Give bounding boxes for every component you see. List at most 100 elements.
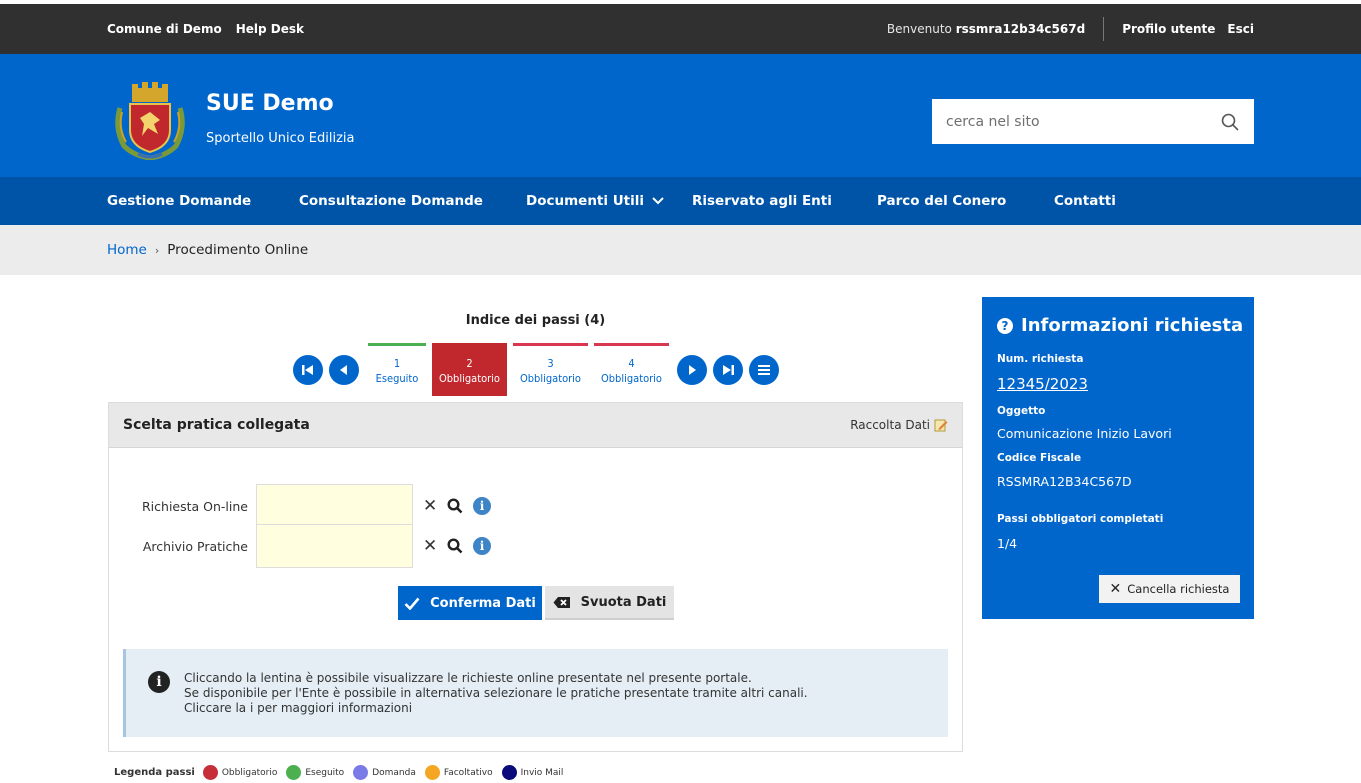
next-step-button[interactable] bbox=[677, 354, 707, 385]
info-circle-icon: i bbox=[148, 671, 170, 693]
step-navigator: 1 Eseguito 2 Obbligatorio 3 Obbligatorio… bbox=[293, 343, 785, 396]
step-label: Eseguito bbox=[375, 372, 419, 385]
breadcrumb-inner: Home › Procedimento Online bbox=[107, 225, 308, 275]
legend-label: Eseguito bbox=[305, 767, 345, 778]
comune-link[interactable]: Comune di Demo bbox=[107, 22, 222, 36]
field-archivio-pratiche: Archivio Pratiche ✕ i bbox=[109, 524, 491, 568]
site-header: SUE Demo Sportello Unico Edilizia bbox=[0, 54, 1361, 177]
step-number: 1 bbox=[393, 357, 401, 370]
helpdesk-link[interactable]: Help Desk bbox=[236, 22, 304, 36]
close-icon: ✕ bbox=[1109, 581, 1122, 597]
step-4[interactable]: 4 Obbligatorio bbox=[594, 343, 669, 396]
legend-label: Facoltativo bbox=[443, 767, 493, 778]
welcome-text: Benvenuto rssmra12b34c567d bbox=[887, 22, 1103, 36]
legend-dot-obbligatorio bbox=[202, 765, 218, 780]
username: rssmra12b34c567d bbox=[955, 22, 1086, 36]
panel-header: Scelta pratica collegata Raccolta Dati bbox=[109, 403, 962, 448]
info-line: Cliccando la lentina è possibile visuali… bbox=[184, 671, 752, 685]
legend-dot-domanda bbox=[353, 765, 369, 780]
num-value-link[interactable]: 12345/2023 bbox=[997, 375, 1088, 393]
search-icon[interactable] bbox=[447, 498, 463, 514]
step-label: Obbligatorio bbox=[519, 372, 581, 385]
legend-dot-eseguito bbox=[286, 765, 302, 780]
card-title: Informazioni richiesta bbox=[1021, 315, 1244, 336]
user-links: Profilo utente Esci bbox=[1122, 22, 1254, 36]
nav-label: Documenti Utili bbox=[526, 193, 645, 209]
step-number: 2 bbox=[466, 357, 473, 370]
list-icon bbox=[758, 364, 770, 375]
prev-icon bbox=[340, 364, 347, 375]
clear-icon[interactable]: ✕ bbox=[423, 496, 437, 516]
search-input[interactable] bbox=[946, 113, 1220, 130]
legend-label: Invio Mail bbox=[520, 767, 564, 778]
legend-dot-facoltativo bbox=[424, 765, 440, 780]
nav-gestione-domande[interactable]: Gestione Domande bbox=[107, 177, 251, 225]
question-icon: ? bbox=[997, 317, 1013, 334]
breadcrumb-current: Procedimento Online bbox=[167, 242, 309, 258]
richiesta-online-input[interactable] bbox=[256, 484, 413, 528]
nav-label: Contatti bbox=[1054, 193, 1116, 209]
welcome-prefix: Benvenuto bbox=[886, 22, 952, 36]
nav-contatti[interactable]: Contatti bbox=[1054, 177, 1116, 225]
legend-title: Legenda passi bbox=[114, 767, 195, 778]
oggetto-value: Comunicazione Inizio Lavori bbox=[997, 426, 1172, 441]
cancel-request-button[interactable]: ✕ Cancella richiesta bbox=[1099, 575, 1240, 603]
prev-step-button[interactable] bbox=[329, 354, 359, 385]
info-callout: i Cliccando la lentina è possibile visua… bbox=[123, 649, 948, 737]
top-links: Comune di Demo Help Desk bbox=[107, 4, 304, 54]
panel-tag-label: Raccolta Dati bbox=[850, 418, 930, 432]
nav-label: Riservato agli Enti bbox=[692, 193, 832, 209]
confirm-label: Conferma Dati bbox=[430, 595, 536, 611]
search-box bbox=[932, 99, 1254, 144]
nav-parco-conero[interactable]: Parco del Conero bbox=[877, 177, 1006, 225]
search-icon[interactable] bbox=[1220, 112, 1240, 132]
search-icon[interactable] bbox=[447, 538, 463, 554]
profile-link[interactable]: Profilo utente bbox=[1122, 22, 1215, 36]
legend-label: Domanda bbox=[372, 767, 416, 778]
clear-data-button[interactable]: Svuota Dati bbox=[545, 586, 674, 620]
field-label: Archivio Pratiche bbox=[142, 538, 248, 554]
clear-icon[interactable]: ✕ bbox=[423, 536, 437, 556]
field-label: Richiesta On-line bbox=[142, 498, 248, 514]
info-icon[interactable]: i bbox=[473, 537, 491, 555]
nav-consultazione-domande[interactable]: Consultazione Domande bbox=[299, 177, 483, 225]
last-step-button[interactable] bbox=[713, 354, 743, 385]
oggetto-label: Oggetto bbox=[997, 405, 1046, 417]
step-2[interactable]: 2 Obbligatorio bbox=[432, 343, 507, 396]
nav-label: Consultazione Domande bbox=[299, 193, 483, 209]
first-step-button[interactable] bbox=[293, 354, 323, 385]
coat-of-arms-logo[interactable] bbox=[112, 78, 188, 160]
field-richiesta-online: Richiesta On-line ✕ i bbox=[109, 484, 491, 528]
site-title[interactable]: SUE Demo bbox=[206, 91, 334, 116]
steps-legend: Legenda passi Obbligatorio Eseguito Doma… bbox=[114, 765, 572, 780]
top-bar: Comune di Demo Help Desk Benvenuto rssmr… bbox=[0, 4, 1361, 54]
info-line: Cliccare la i per maggiori informazioni bbox=[184, 701, 413, 715]
backspace-icon bbox=[553, 596, 570, 608]
panel-tag: Raccolta Dati bbox=[850, 418, 948, 432]
steps-title: Indice dei passi (4) bbox=[465, 313, 606, 328]
clear-label: Svuota Dati bbox=[580, 594, 667, 610]
breadcrumb-home[interactable]: Home bbox=[107, 242, 147, 258]
legend-label: Obbligatorio bbox=[221, 767, 278, 778]
num-label: Num. richiesta bbox=[997, 353, 1084, 365]
request-info-card: ? Informazioni richiesta Num. richiesta … bbox=[982, 297, 1254, 619]
nav-label: Gestione Domande bbox=[107, 193, 252, 209]
info-text: Cliccando la lentina è possibile visuali… bbox=[184, 671, 808, 716]
logout-link[interactable]: Esci bbox=[1227, 22, 1254, 36]
confirm-data-button[interactable]: Conferma Dati bbox=[398, 586, 542, 620]
step-number: 3 bbox=[547, 357, 554, 370]
archivio-pratiche-input[interactable] bbox=[256, 524, 413, 568]
card-header: ? Informazioni richiesta bbox=[997, 315, 1243, 336]
skip-last-icon bbox=[723, 364, 734, 375]
nav-documenti-utili[interactable]: Documenti Utili bbox=[526, 177, 664, 225]
linked-practice-panel: Scelta pratica collegata Raccolta Dati R… bbox=[108, 402, 963, 752]
step-list-button[interactable] bbox=[749, 354, 779, 385]
step-1[interactable]: 1 Eseguito bbox=[368, 343, 426, 396]
step-label: Obbligatorio bbox=[438, 372, 500, 385]
nav-riservato-enti[interactable]: Riservato agli Enti bbox=[692, 177, 832, 225]
nav-label: Parco del Conero bbox=[877, 193, 1007, 209]
cancel-label: Cancella richiesta bbox=[1127, 582, 1230, 596]
breadcrumb-separator-icon: › bbox=[154, 243, 160, 257]
info-icon[interactable]: i bbox=[473, 497, 491, 515]
step-3[interactable]: 3 Obbligatorio bbox=[513, 343, 588, 396]
